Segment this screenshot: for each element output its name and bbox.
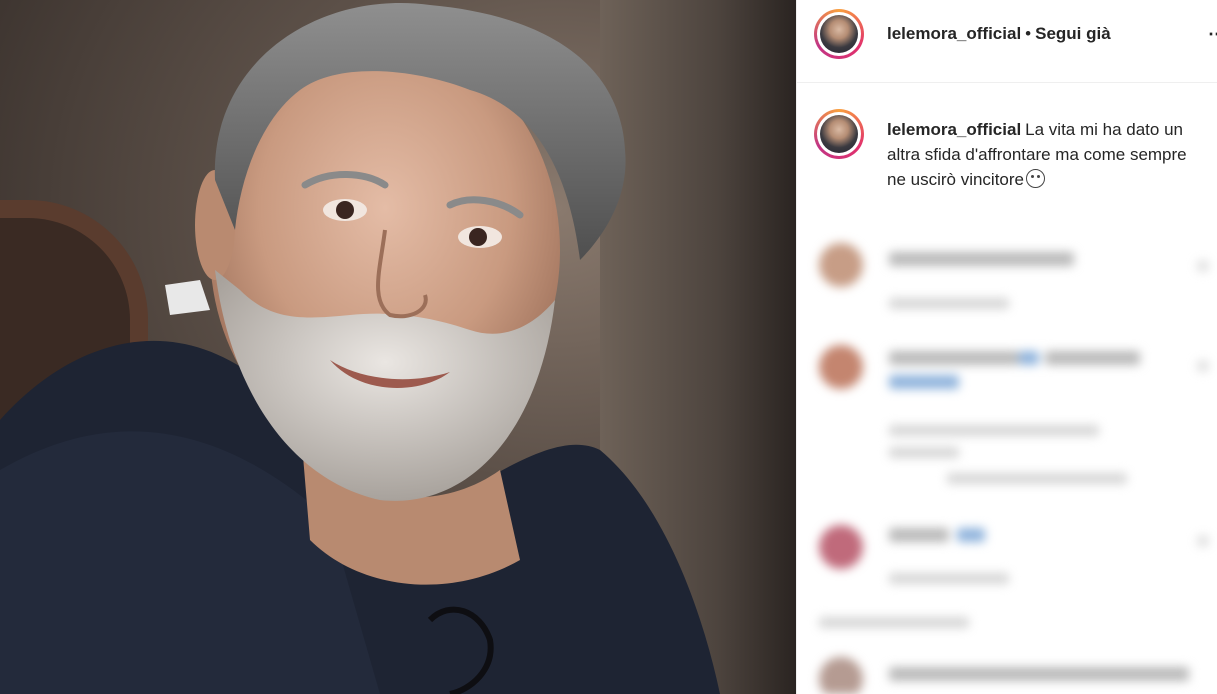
- portrait-illustration: [0, 2, 720, 694]
- post-header: lelemora_official • Segui già ⋯: [797, 0, 1217, 83]
- comment-text: [1045, 351, 1140, 365]
- more-options-icon[interactable]: ⋯: [1208, 24, 1217, 45]
- comment-text: [889, 528, 949, 542]
- avatar-image: [820, 15, 858, 53]
- comment-mention: [1019, 351, 1039, 365]
- post-photo[interactable]: [0, 0, 796, 694]
- comment-text: [889, 351, 1019, 365]
- comment-meta: [889, 298, 1009, 309]
- like-icon: [1197, 360, 1209, 372]
- comment-meta: [947, 473, 1127, 484]
- comment-mention: [957, 528, 985, 542]
- avatar[interactable]: [814, 9, 864, 59]
- comment-mention: [889, 375, 959, 389]
- comment-avatar: [819, 657, 863, 694]
- caption-avatar[interactable]: [814, 109, 864, 159]
- comment-avatar: [819, 525, 863, 569]
- caption-text: lelemora_official La vita mi ha dato un a…: [887, 117, 1207, 192]
- username-link[interactable]: lelemora_official: [887, 24, 1021, 43]
- separator-dot: •: [1025, 24, 1032, 43]
- comment-avatar: [819, 345, 863, 389]
- post-side-panel: lelemora_official • Segui già ⋯ lelemora_o…: [796, 0, 1217, 694]
- blurred-comments: [797, 205, 1217, 694]
- action-bar: [819, 617, 969, 628]
- comment-meta: [889, 573, 1009, 584]
- comment-text: [889, 252, 1074, 266]
- follow-status-button[interactable]: Segui già: [1035, 24, 1111, 43]
- post-caption: lelemora_official La vita mi ha dato un a…: [797, 83, 1217, 203]
- avatar-image: [820, 115, 858, 153]
- caption-username-link[interactable]: lelemora_official: [887, 120, 1021, 139]
- header-line: lelemora_official • Segui già: [887, 24, 1111, 44]
- comment-text: [889, 667, 1189, 681]
- comment-meta: [889, 425, 1099, 436]
- like-icon: [1197, 535, 1209, 547]
- smirking-face-emoji-icon: [1026, 169, 1046, 188]
- like-icon: [1197, 260, 1209, 272]
- comment-avatar: [819, 243, 863, 287]
- comment-meta: [889, 447, 959, 458]
